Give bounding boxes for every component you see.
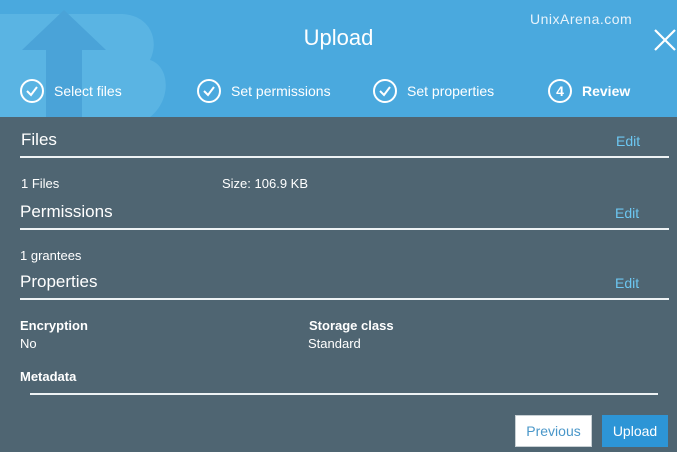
previous-button[interactable]: Previous <box>515 415 592 447</box>
step-label: Review <box>582 83 631 99</box>
step-set-properties[interactable]: Set properties <box>373 77 494 105</box>
divider <box>20 298 669 300</box>
file-size: Size: 106.9 KB <box>222 176 308 191</box>
check-circle-icon <box>197 79 221 103</box>
step-review[interactable]: 4 Review <box>548 77 630 105</box>
storage-class-value: Standard <box>308 336 361 351</box>
storage-class-label: Storage class <box>309 318 394 333</box>
divider <box>20 156 669 158</box>
file-count: 1 Files <box>21 176 60 191</box>
close-icon[interactable] <box>652 27 677 53</box>
step-set-permissions[interactable]: Set permissions <box>197 77 331 105</box>
upload-header: UnixArena.com Upload Select files Set pe… <box>0 0 677 117</box>
metadata-label: Metadata <box>20 369 77 384</box>
files-edit-link[interactable]: Edit <box>616 133 640 149</box>
step-number-badge: 4 <box>548 79 572 103</box>
check-circle-icon <box>20 79 44 103</box>
properties-edit-link[interactable]: Edit <box>615 275 639 291</box>
divider <box>30 393 658 395</box>
encryption-value: No <box>20 336 37 351</box>
divider <box>20 228 669 230</box>
step-label: Select files <box>54 83 122 99</box>
grantees-count: 1 grantees <box>20 248 82 263</box>
properties-section-title: Properties <box>20 272 98 291</box>
check-circle-icon <box>373 79 397 103</box>
files-section-title: Files <box>21 130 57 149</box>
permissions-edit-link[interactable]: Edit <box>615 205 639 221</box>
dialog-title: Upload <box>303 25 374 50</box>
permissions-section-title: Permissions <box>20 202 113 221</box>
step-select-files[interactable]: Select files <box>20 77 122 105</box>
step-label: Set permissions <box>231 83 331 99</box>
upload-button[interactable]: Upload <box>602 415 668 447</box>
encryption-label: Encryption <box>20 318 88 333</box>
step-label: Set properties <box>407 83 495 99</box>
